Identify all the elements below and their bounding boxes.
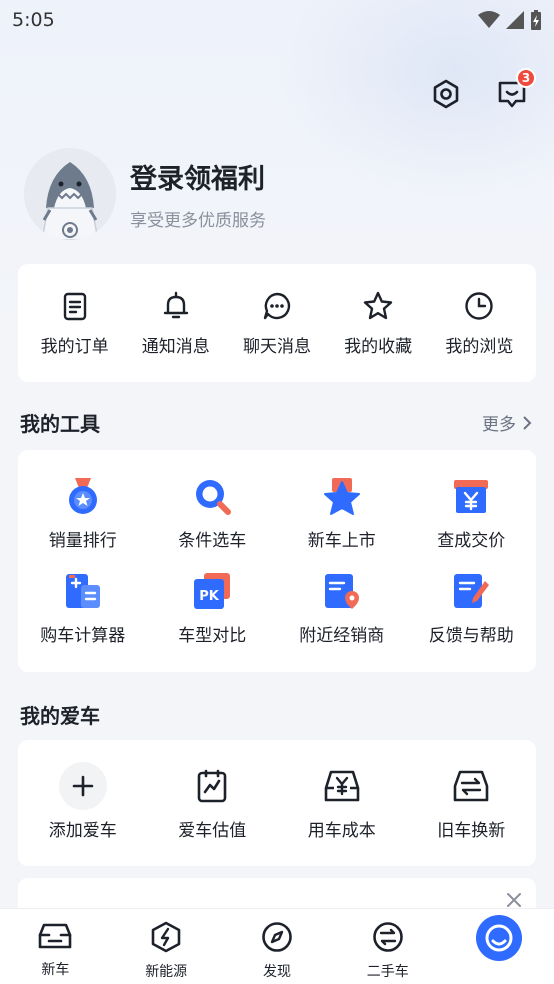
lightning-hex-icon: [151, 921, 181, 953]
tools-section-title: 我的工具: [20, 412, 100, 436]
new-car-star-icon: [323, 478, 360, 515]
more-label: 更多: [482, 415, 516, 435]
profile-login[interactable]: 登录领福利 享受更多优质服务: [24, 148, 266, 240]
settings-button[interactable]: [428, 76, 464, 112]
car-item-label: 旧车换新: [437, 821, 506, 841]
car-icon: [39, 923, 72, 949]
quick-item-orders[interactable]: 我的订单: [25, 290, 125, 357]
quick-item-label: 我的浏览: [445, 336, 514, 357]
svg-text:PK: PK: [199, 589, 220, 604]
quick-item-label: 聊天消息: [242, 336, 311, 357]
tool-dealers[interactable]: 附近经销商: [277, 571, 407, 646]
quick-item-label: 通知消息: [141, 336, 210, 357]
valuation-chart-icon: [197, 769, 227, 803]
avatar[interactable]: [24, 148, 116, 240]
quick-item-history[interactable]: 我的浏览: [429, 290, 529, 357]
tool-feedback[interactable]: 反馈与帮助: [407, 571, 537, 646]
tab-used-car[interactable]: 二手车: [343, 921, 433, 981]
feedback-icon: [454, 574, 490, 608]
tool-sales-ranking[interactable]: 销量排行: [18, 476, 148, 551]
tool-label: 车型对比: [178, 626, 247, 646]
tool-compare[interactable]: PK 车型对比: [148, 571, 278, 646]
tool-deal-price[interactable]: 查成交价: [407, 476, 537, 551]
car-valuation[interactable]: 爱车估值: [148, 766, 278, 841]
close-icon: [507, 893, 521, 907]
chat-bubble-icon: [263, 292, 291, 319]
add-car-button[interactable]: [58, 762, 107, 810]
price-yen-icon: [454, 480, 489, 513]
tool-label: 查成交价: [437, 531, 506, 551]
car-trade-in[interactable]: 旧车换新: [407, 766, 537, 841]
status-bar: 5:05: [0, 0, 554, 40]
profile-active-icon: [475, 915, 522, 961]
tools-card: 销量排行 条件选车 新车上市 查成交价 购车计算器 PK 车型对比 附近经销商: [18, 450, 536, 672]
quick-item-chat[interactable]: 聊天消息: [227, 290, 327, 357]
tool-label: 反馈与帮助: [428, 626, 514, 646]
tab-me[interactable]: [454, 915, 544, 969]
tool-label: 新车上市: [307, 531, 376, 551]
car-cost-yen-icon: [324, 770, 360, 802]
settings-hex-icon: [433, 79, 459, 109]
login-title[interactable]: 登录领福利: [130, 157, 266, 196]
shark-mascot-icon: [24, 148, 116, 240]
signal-icon: [506, 11, 524, 29]
car-item-label: 爱车估值: [178, 821, 247, 841]
message-count-badge: 3: [516, 68, 536, 88]
quick-item-favorites[interactable]: 我的收藏: [328, 290, 428, 357]
medal-icon: [68, 478, 97, 514]
car-cost[interactable]: 用车成本: [277, 766, 407, 841]
messages-button[interactable]: 3: [494, 68, 536, 112]
calculator-icon: [65, 574, 100, 608]
wifi-icon: [478, 11, 500, 28]
car-add[interactable]: 添加爱车: [18, 762, 148, 841]
tool-label: 附近经销商: [299, 626, 385, 646]
tool-label: 购车计算器: [40, 626, 126, 646]
compass-icon: [262, 922, 292, 952]
car-item-label: 用车成本: [307, 821, 376, 841]
tab-label: 新能源: [145, 964, 188, 980]
login-subtitle: 享受更多优质服务: [130, 211, 266, 231]
tab-label: 二手车: [366, 964, 409, 980]
star-icon: [363, 291, 393, 319]
tool-filter-search[interactable]: 条件选车: [148, 476, 278, 551]
tab-label: 新车: [41, 962, 70, 978]
tool-new-cars[interactable]: 新车上市: [277, 476, 407, 551]
top-actions: 3: [428, 68, 536, 112]
order-list-icon: [63, 292, 86, 320]
chevron-right-icon: [523, 415, 532, 430]
tab-new-energy[interactable]: 新能源: [121, 921, 211, 981]
quick-item-label: 我的订单: [40, 336, 109, 357]
my-cars-section-title: 我的爱车: [20, 704, 100, 728]
system-icons: [478, 10, 542, 30]
tab-discover[interactable]: 发现: [232, 921, 322, 981]
tools-more-link[interactable]: 更多: [482, 410, 532, 435]
search-icon: [196, 480, 232, 515]
quick-item-label: 我的收藏: [344, 336, 413, 357]
tab-label: 发现: [262, 964, 291, 980]
bottom-tab-bar: 新车 新能源 发现 二手车: [0, 908, 554, 984]
tool-calculator[interactable]: 购车计算器: [18, 571, 148, 646]
tab-new-car[interactable]: 新车: [10, 921, 100, 979]
tool-label: 销量排行: [48, 531, 117, 551]
quick-actions-card: 我的订单 通知消息 聊天消息 我的收藏 我的浏览: [18, 264, 536, 382]
pk-compare-icon: PK: [194, 573, 231, 609]
car-item-label: 添加爱车: [48, 821, 117, 841]
exchange-icon: [372, 922, 403, 952]
tool-label: 条件选车: [178, 531, 247, 551]
car-trade-in-icon: [453, 770, 489, 802]
status-time: 5:05: [12, 9, 55, 31]
my-cars-card: 添加爱车 爱车估值 用车成本 旧车换新: [18, 740, 536, 866]
plus-icon: [72, 775, 94, 797]
dealer-location-icon: [324, 574, 359, 609]
bell-icon: [163, 291, 188, 318]
battery-icon: [531, 10, 541, 30]
profile-text: 登录领福利 享受更多优质服务: [130, 157, 266, 231]
clock-icon: [465, 291, 494, 320]
quick-item-notifications[interactable]: 通知消息: [126, 290, 226, 357]
